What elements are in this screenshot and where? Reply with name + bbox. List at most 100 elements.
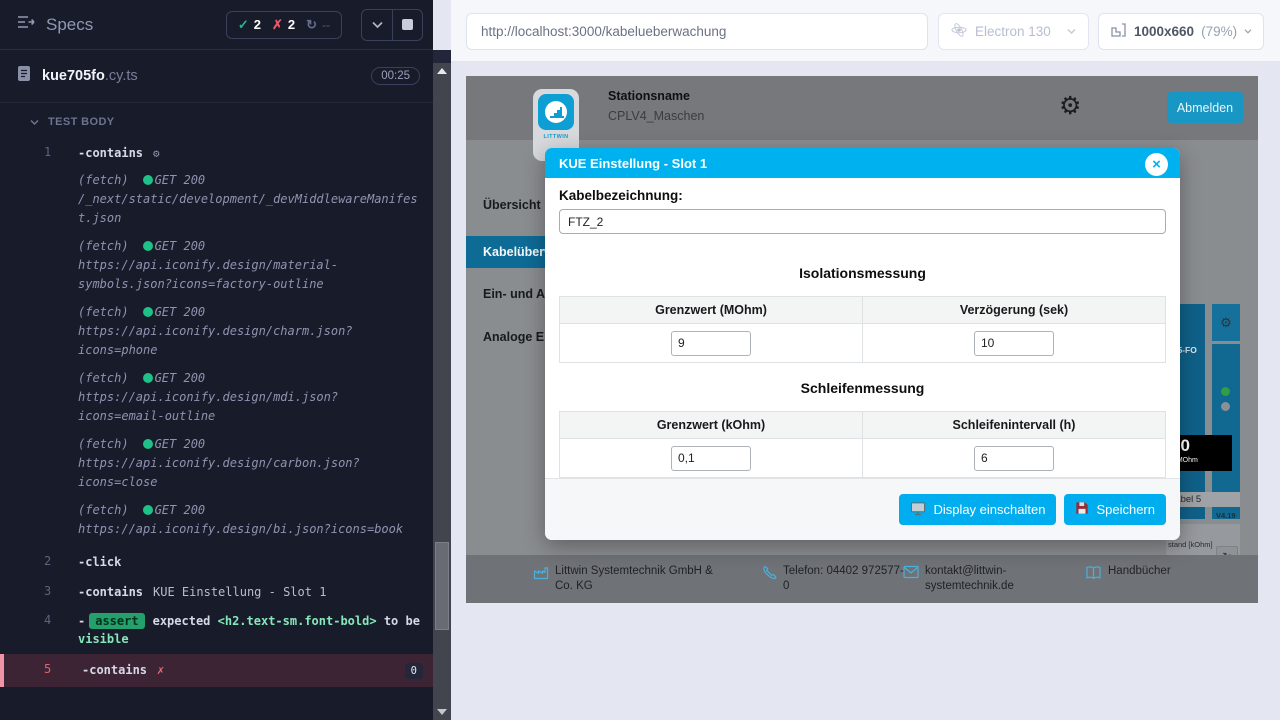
assert-selector: <h2.text-sm.font-bold>	[218, 614, 377, 628]
dialog-body: Kabelbezeichnung: Isolationsmessung Gren…	[545, 178, 1180, 478]
command-row[interactable]: 2 -click	[0, 548, 433, 577]
status-dot-icon	[143, 505, 153, 515]
reporter-scrollbar[interactable]	[433, 63, 451, 720]
fetch-prefix: (fetch)	[78, 371, 129, 385]
failed-count: 2	[288, 17, 295, 32]
browser-select[interactable]: Electron 130	[938, 13, 1089, 50]
schleifenmessung-table: Grenzwert (kOhm) Schleifenintervall (h)	[559, 411, 1166, 478]
fetch-log-row[interactable]: (fetch)GET 200 https://api.iconify.desig…	[78, 501, 421, 539]
footer-manuals[interactable]: Handbücher	[1085, 564, 1171, 585]
logout-button[interactable]: Abmelden	[1167, 92, 1243, 123]
fetch-prefix: (fetch)	[78, 239, 129, 253]
dialog-footer: Display einschalten Speichern	[545, 478, 1180, 540]
test-body-section[interactable]: TEST BODY	[0, 103, 433, 137]
floppy-disk-icon	[1075, 501, 1089, 518]
command-row[interactable]: 1 -contains⚙	[0, 139, 433, 168]
fetch-prefix: (fetch)	[78, 503, 129, 517]
dialog-header[interactable]: KUE Einstellung - Slot 1 ×	[545, 148, 1180, 178]
browser-toolbar: http://localhost:3000/kabelueberwachung …	[451, 0, 1280, 62]
fetch-log-row[interactable]: (fetch)GET 200 https://api.iconify.desig…	[78, 237, 421, 294]
fetch-log-row[interactable]: (fetch)GET 200 /_next/static/development…	[78, 171, 421, 228]
command-name: -contains	[78, 146, 143, 160]
fetch-log-row[interactable]: (fetch)GET 200 https://api.iconify.desig…	[78, 435, 421, 492]
scroll-down-icon[interactable]	[437, 709, 447, 715]
assert-badge: assert	[89, 613, 144, 629]
chevron-down-icon	[30, 119, 39, 126]
app-footer: Littwin Systemtechnik GmbH & Co. KG Tele…	[466, 555, 1258, 603]
settings-gear-icon[interactable]: ⚙	[1059, 91, 1081, 121]
spec-file-row[interactable]: kue705fo.cy.ts 00:25	[0, 50, 433, 103]
command-row[interactable]: 3 -containsKUE Einstellung - Slot 1	[0, 578, 433, 607]
cross-icon: ✗	[272, 17, 283, 33]
assert-row[interactable]: 4 -assertexpected <h2.text-sm.font-bold>…	[0, 607, 433, 654]
grenzwert-kohm-input[interactable]	[671, 446, 751, 471]
fetch-url: https://api.iconify.design/mdi.json?icon…	[78, 388, 421, 426]
fetch-status: GET 200	[155, 437, 206, 451]
collapse-button[interactable]	[362, 10, 392, 40]
isolationsmessung-title: Isolationsmessung	[559, 265, 1166, 281]
table-cell	[560, 439, 863, 478]
failed-command-row[interactable]: 5 -contains✗ 0	[0, 654, 433, 687]
display-button-label: Display einschalten	[933, 502, 1045, 517]
fetch-log-row[interactable]: (fetch) GET 200 https://api.iconify.desig…	[78, 303, 421, 360]
url-text: http://localhost:3000/kabelueberwachung	[481, 24, 726, 39]
assert-to-be: to be	[384, 614, 420, 628]
fetch-url: /_next/static/development/_devMiddleware…	[78, 190, 421, 228]
nav-item-ein-ausgaenge[interactable]: Ein- und Au	[483, 287, 553, 301]
specs-label[interactable]: Specs	[46, 15, 93, 35]
kabelbezeichnung-input[interactable]	[559, 209, 1166, 234]
fetch-prefix: (fetch)	[78, 305, 129, 319]
command-number: 4	[0, 613, 78, 627]
table-cell	[560, 324, 863, 363]
pending-count: --	[322, 18, 330, 32]
failed-stat: ✗2	[272, 17, 295, 33]
schleifenmessung-title: Schleifenmessung	[559, 380, 1166, 396]
fetch-status: GET 200	[155, 305, 206, 319]
passed-count: 2	[254, 17, 261, 32]
verzoegerung-sek-input[interactable]	[974, 331, 1054, 356]
url-input[interactable]: http://localhost:3000/kabelueberwachung	[466, 13, 928, 50]
column-header: Schleifenintervall (h)	[863, 412, 1166, 439]
device-gear-icon[interactable]: ⚙	[1212, 304, 1240, 344]
fetch-status: GET 200	[155, 503, 206, 517]
status-dot-icon	[143, 241, 153, 251]
fetch-prefix: (fetch)	[78, 173, 129, 187]
nav-item-analoge-eingaenge[interactable]: Analoge Ei	[483, 330, 548, 344]
runner-controls	[361, 9, 423, 41]
schleifenintervall-input[interactable]	[974, 446, 1054, 471]
command-name: -contains	[78, 585, 143, 599]
specs-menu-icon[interactable]	[16, 14, 36, 35]
nav-item-uebersicht[interactable]: Übersicht	[483, 198, 541, 212]
fail-x-icon: ✗	[157, 663, 164, 677]
viewport-size-select[interactable]: 1000x660 (79%)	[1098, 13, 1264, 50]
speichern-button[interactable]: Speichern	[1064, 494, 1166, 525]
check-icon: ✓	[238, 17, 249, 33]
chevron-down-icon	[1067, 28, 1076, 35]
command-number: 1	[0, 145, 78, 159]
fetch-log-row[interactable]: (fetch)GET 200 https://api.iconify.desig…	[78, 369, 421, 426]
command-number: 2	[0, 554, 78, 568]
spec-duration-badge: 00:25	[371, 67, 420, 85]
fetch-url: https://api.iconify.design/carbon.json?i…	[78, 454, 421, 492]
status-dot-icon	[143, 175, 153, 185]
fetch-url: https://api.iconify.design/charm.json?ic…	[78, 322, 421, 360]
book-icon	[1085, 565, 1102, 585]
column-header: Grenzwert (MOhm)	[560, 297, 863, 324]
status-led-green-icon	[1221, 387, 1230, 396]
isolationsmessung-table: Grenzwert (MOhm) Verzögerung (sek)	[559, 296, 1166, 363]
display-einschalten-button[interactable]: Display einschalten	[899, 494, 1056, 525]
fetch-url: https://api.iconify.design/material-symb…	[78, 256, 421, 294]
phone-icon	[762, 565, 777, 594]
close-icon[interactable]: ×	[1145, 153, 1168, 176]
footer-email[interactable]: kontakt@littwin-systemtechnik.de	[903, 564, 1037, 594]
refresh-icon: ↻	[306, 17, 317, 33]
scroll-up-icon[interactable]	[437, 68, 447, 74]
station-value: CPLV4_Maschen	[608, 109, 704, 123]
spec-file-icon	[16, 65, 32, 87]
scrollbar-thumb[interactable]	[435, 542, 449, 630]
envelope-icon	[903, 565, 919, 594]
stop-button[interactable]	[392, 10, 422, 40]
factory-icon	[533, 565, 549, 594]
status-dot-icon	[143, 439, 153, 449]
grenzwert-mohm-input[interactable]	[671, 331, 751, 356]
